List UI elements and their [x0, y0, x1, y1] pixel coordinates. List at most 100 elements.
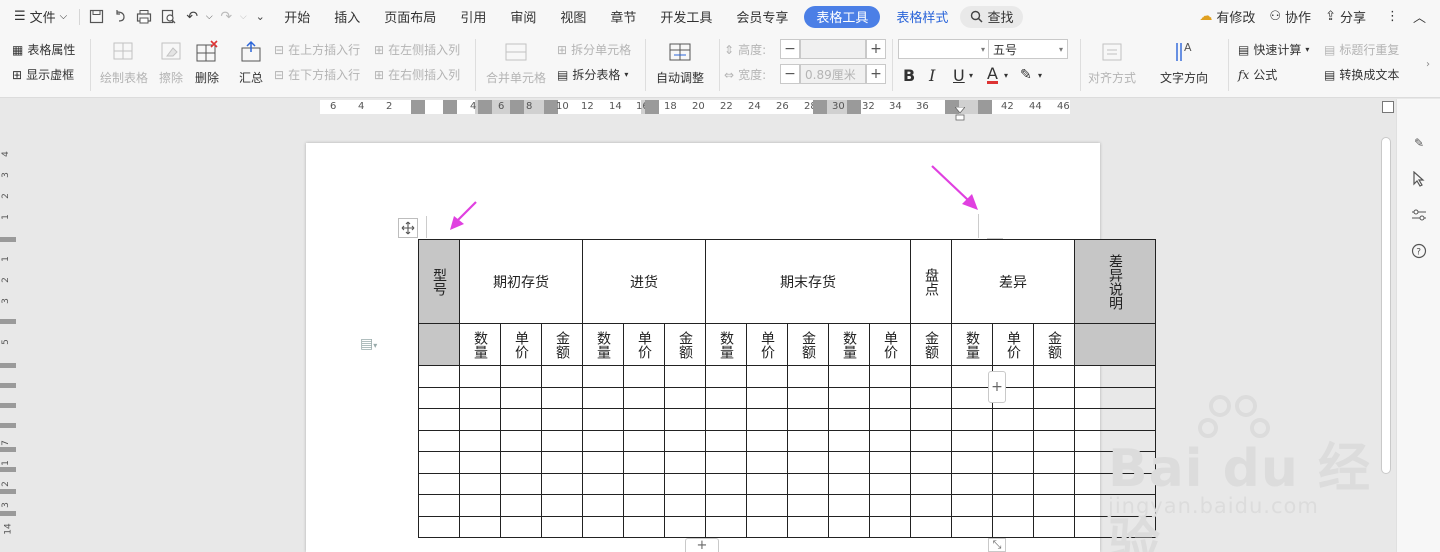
formula-button[interactable]: fx 公式	[1238, 66, 1277, 83]
ruler-toggle-icon[interactable]	[1382, 101, 1394, 113]
ruler-column-marker[interactable]	[443, 100, 457, 114]
help-icon[interactable]: ?	[1409, 241, 1429, 261]
delete-button[interactable]: 删除	[194, 39, 220, 86]
table-cell[interactable]	[787, 451, 829, 474]
quick-calc-button[interactable]: ▤ 快速计算 ▾	[1238, 41, 1309, 58]
edit-pen-icon[interactable]: ✎	[1409, 133, 1429, 153]
table-cell[interactable]	[500, 408, 542, 431]
vruler-marker[interactable]	[0, 383, 16, 388]
subheader-cell[interactable]: 单价	[623, 323, 665, 366]
text-direction-button[interactable]: A 文字方向	[1160, 39, 1208, 86]
tab-insert[interactable]: 插入	[322, 0, 372, 33]
header-diff-note[interactable]: 差异说明	[1074, 239, 1156, 324]
split-table-button[interactable]: ▤ 拆分表格 ▾	[557, 66, 628, 83]
tab-sections[interactable]: 章节	[598, 0, 648, 33]
subheader-cell[interactable]: 数量	[828, 323, 870, 366]
file-menu[interactable]: ☰ 文件 ⌵	[0, 0, 75, 33]
subheader-cell[interactable]: 金额	[787, 323, 829, 366]
table-cell[interactable]	[582, 515, 624, 538]
table-cell[interactable]	[705, 365, 747, 388]
table-cell[interactable]	[869, 472, 911, 495]
underline-dropdown-icon[interactable]: ▾	[969, 71, 973, 80]
table-cell[interactable]	[623, 472, 665, 495]
insert-right-button[interactable]: ⊞ 在右侧插入列	[374, 66, 460, 83]
horizontal-ruler[interactable]: 6 4 2 4 6 8 10 12 14 16 18 20 22 24 26 2…	[0, 99, 1440, 115]
subheader-cell[interactable]: 单价	[746, 323, 788, 366]
show-gridlines-button[interactable]: ⊞ 显示虚框	[12, 66, 74, 83]
tab-table-style[interactable]: 表格样式	[884, 0, 960, 33]
insert-left-button[interactable]: ⊞ 在左侧插入列	[374, 41, 460, 58]
table-cell[interactable]	[459, 386, 501, 409]
bold-button[interactable]: B	[903, 66, 915, 85]
table-move-handle[interactable]	[398, 218, 418, 238]
table-cell[interactable]	[910, 429, 952, 452]
table-cell[interactable]	[500, 515, 542, 538]
table-cell[interactable]	[787, 472, 829, 495]
vertical-ruler[interactable]: 4 3 2 1 1 2 3 5 7 1 2 3 14	[0, 115, 16, 552]
table-cell[interactable]	[459, 515, 501, 538]
table-cell[interactable]	[951, 365, 993, 388]
table-cell[interactable]	[992, 451, 1034, 474]
table-cell[interactable]	[705, 408, 747, 431]
vruler-marker[interactable]	[0, 423, 16, 428]
table-cell[interactable]	[869, 451, 911, 474]
data-table[interactable]: 型号 期初存货 进货 期末存货 盘点 差异 差异说明 数量 单价 金额 数量 单价 金额数…	[418, 239, 1156, 538]
table-cell[interactable]	[828, 408, 870, 431]
table-cell[interactable]	[500, 451, 542, 474]
table-cell[interactable]	[746, 365, 788, 388]
subheader-cell[interactable]	[1074, 323, 1156, 366]
table-cell[interactable]	[951, 494, 993, 517]
table-cell[interactable]	[828, 472, 870, 495]
table-cell[interactable]	[418, 494, 460, 517]
tab-references[interactable]: 引用	[448, 0, 498, 33]
table-cell[interactable]	[992, 515, 1034, 538]
table-cell[interactable]	[705, 515, 747, 538]
table-cell[interactable]	[787, 429, 829, 452]
erase-button[interactable]: 擦除	[158, 39, 184, 86]
summary-button[interactable]: 汇总	[238, 39, 264, 86]
table-cell[interactable]	[623, 451, 665, 474]
add-column-button[interactable]: +	[988, 371, 1006, 403]
table-cell[interactable]	[418, 429, 460, 452]
table-cell[interactable]	[1033, 429, 1075, 452]
vruler-marker[interactable]	[0, 403, 16, 408]
paragraph-options-icon[interactable]: ▤▾	[360, 336, 377, 352]
vruler-marker[interactable]	[0, 511, 16, 516]
print-icon[interactable]	[132, 5, 156, 29]
table-cell[interactable]	[459, 494, 501, 517]
table-cell[interactable]	[992, 472, 1034, 495]
table-cell[interactable]	[951, 472, 993, 495]
table-cell[interactable]	[992, 429, 1034, 452]
ribbon-scroll-right-icon[interactable]: ›	[1426, 59, 1430, 70]
table-cell[interactable]	[746, 472, 788, 495]
save-icon[interactable]	[84, 5, 108, 29]
table-props-button[interactable]: ▦ 表格属性	[12, 41, 75, 58]
insert-above-button[interactable]: ⊟ 在上方插入行	[274, 41, 360, 58]
table-resize-handle[interactable]: ⤡	[988, 538, 1006, 552]
repeat-header-button[interactable]: ▤ 标题行重复	[1324, 41, 1399, 58]
height-input[interactable]	[800, 39, 866, 59]
add-row-button[interactable]: +	[685, 538, 719, 552]
table-cell[interactable]	[418, 451, 460, 474]
table-cell[interactable]	[951, 386, 993, 409]
table-cell[interactable]	[541, 386, 583, 409]
convert-text-button[interactable]: ▤ 转换成文本	[1324, 66, 1399, 83]
table-cell[interactable]	[500, 365, 542, 388]
table-cell[interactable]	[418, 365, 460, 388]
width-decrease-button[interactable]: −	[780, 64, 800, 84]
table-cell[interactable]	[951, 451, 993, 474]
table-cell[interactable]	[910, 494, 952, 517]
table-cell[interactable]	[828, 429, 870, 452]
table-cell[interactable]	[459, 451, 501, 474]
table-cell[interactable]	[664, 451, 706, 474]
vruler-marker[interactable]	[0, 467, 16, 472]
collab-button[interactable]: ⚇ 协作	[1269, 7, 1311, 26]
subheader-cell[interactable]: 单价	[992, 323, 1034, 366]
table-cell[interactable]	[828, 494, 870, 517]
font-color-dropdown-icon[interactable]: ▾	[1004, 71, 1008, 80]
table-cell[interactable]	[705, 386, 747, 409]
table-cell[interactable]	[459, 408, 501, 431]
subheader-cell[interactable]: 单价	[869, 323, 911, 366]
table-cell[interactable]	[664, 472, 706, 495]
draw-table-button[interactable]: 绘制表格	[100, 39, 148, 86]
